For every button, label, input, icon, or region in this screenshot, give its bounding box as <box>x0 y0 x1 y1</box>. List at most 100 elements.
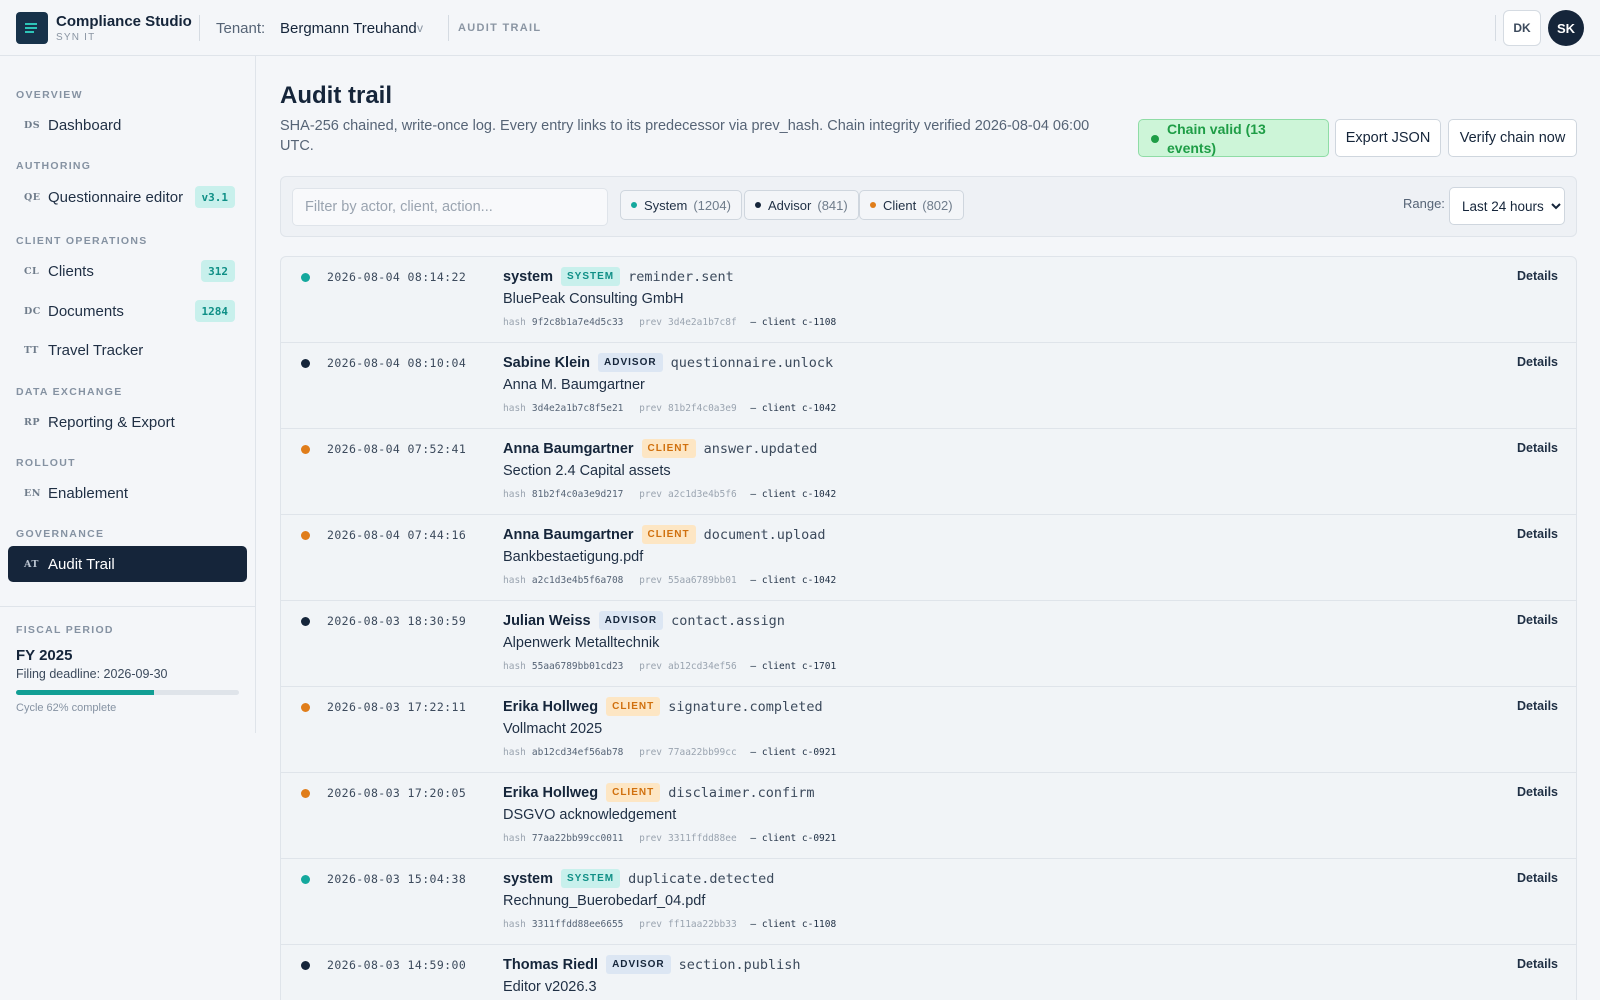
fiscal-period-title: FY 2025 <box>16 647 73 664</box>
details-link[interactable]: Details <box>1517 527 1558 541</box>
event-row[interactable]: 2026-08-04 07:52:41 Anna Baumgartner CLI… <box>281 429 1576 515</box>
details-link[interactable]: Details <box>1517 441 1558 455</box>
range-label: Range: <box>1403 196 1445 211</box>
event-row[interactable]: 2026-08-03 18:30:59 Julian Weiss ADVISOR… <box>281 601 1576 687</box>
hash-value: 3311ffdd88ee6655 <box>531 919 624 930</box>
role-badge: CLIENT <box>641 525 696 544</box>
details-link[interactable]: Details <box>1517 613 1558 627</box>
divider <box>0 606 255 607</box>
details-link[interactable]: Details <box>1517 871 1558 885</box>
event-row[interactable]: 2026-08-04 08:10:04 Sabine Klein ADVISOR… <box>281 343 1576 429</box>
details-link[interactable]: Details <box>1517 785 1558 799</box>
client-ref: – client c-1108 <box>750 919 837 930</box>
details-link[interactable]: Details <box>1517 957 1558 971</box>
event-action: answer.updated <box>703 440 818 457</box>
event-subject: BluePeak Consulting GmbH <box>503 291 684 307</box>
event-row[interactable]: 2026-08-03 17:20:05 Erika Hollweg CLIENT… <box>281 773 1576 859</box>
sidebar: OVERVIEW DS Dashboard AUTHORING QE Quest… <box>0 56 256 733</box>
details-link[interactable]: Details <box>1517 269 1558 283</box>
event-type-dot-icon <box>301 961 310 970</box>
event-subject: Anna M. Baumgartner <box>503 377 645 393</box>
prev-hash-value: 55aa6789bb01 <box>668 575 737 586</box>
event-header: system SYSTEM reminder.sent <box>503 267 734 286</box>
event-row[interactable]: 2026-08-03 14:59:00 Thomas Riedl ADVISOR… <box>281 945 1576 1000</box>
divider <box>1495 15 1496 41</box>
sidebar-item-reporting-export[interactable]: RP Reporting & Export <box>8 404 247 440</box>
hash-meta: hash 81b2f4c0a3e9d217 prev a2c1d3e4b5f6 – … <box>503 489 836 500</box>
hash-meta: hash 3d4e2a1b7c8f5e21 prev 81b2f4c0a3e9 – … <box>503 403 836 414</box>
details-link[interactable]: Details <box>1517 699 1558 713</box>
language-button[interactable]: DK <box>1503 10 1541 46</box>
event-subject: DSGVO acknowledgement <box>503 807 677 823</box>
sidebar-item-enablement[interactable]: EN Enablement <box>8 475 247 511</box>
avatar[interactable]: SK <box>1548 10 1584 46</box>
search-input[interactable] <box>292 188 608 226</box>
tenant-selector[interactable]: Bergmann Treuhand <box>280 20 417 37</box>
sidebar-section-label: GOVERNANCE <box>16 528 105 540</box>
prev-hash-value: 77aa22bb99cc <box>668 747 737 758</box>
prev-label: prev <box>639 403 663 414</box>
client-ref: – client c-1108 <box>750 317 837 328</box>
hash-label: hash <box>503 833 526 844</box>
event-subject: Bankbestaetigung.pdf <box>503 549 644 565</box>
event-actor: Erika Hollweg <box>503 784 599 801</box>
event-timestamp: 2026-08-04 08:10:04 <box>327 356 467 370</box>
event-row[interactable]: 2026-08-03 15:04:38 system SYSTEM duplic… <box>281 859 1576 945</box>
sidebar-item-label: Travel Tracker <box>48 341 144 359</box>
event-row[interactable]: 2026-08-03 17:22:11 Erika Hollweg CLIENT… <box>281 687 1576 773</box>
chevron-down-icon[interactable]: v <box>417 21 423 35</box>
filter-chip-count: (802) <box>922 197 953 213</box>
filter-chip-client[interactable]: Client (802) <box>859 190 964 220</box>
event-type-dot-icon <box>301 359 310 368</box>
sidebar-item-dashboard[interactable]: DS Dashboard <box>8 107 247 143</box>
event-list: 2026-08-04 08:14:22 system SYSTEM remind… <box>280 256 1577 1000</box>
range-select[interactable]: Last 24 hours <box>1449 187 1565 225</box>
event-row[interactable]: 2026-08-04 07:44:16 Anna Baumgartner CLI… <box>281 515 1576 601</box>
hash-value: 3d4e2a1b7c8f5e21 <box>531 403 624 414</box>
sidebar-item-label: Enablement <box>48 484 129 502</box>
count-badge: 1284 <box>194 300 235 322</box>
hash-label: hash <box>503 489 526 500</box>
sidebar-item-clients[interactable]: CL Clients 312 <box>8 253 247 289</box>
event-type-dot-icon <box>301 445 310 454</box>
event-actor: Erika Hollweg <box>503 698 599 715</box>
client-ref: – client c-1042 <box>750 489 837 500</box>
event-header: Anna Baumgartner CLIENT document.upload <box>503 525 826 544</box>
event-actor: Thomas Riedl <box>503 956 599 973</box>
event-action: signature.completed <box>668 698 823 715</box>
sidebar-item-questionnaire-editor[interactable]: QE Questionnaire editor v3.1 <box>8 179 247 215</box>
sidebar-item-label: Questionnaire editor <box>48 188 184 206</box>
event-row[interactable]: 2026-08-04 08:14:22 system SYSTEM remind… <box>281 257 1576 343</box>
details-link[interactable]: Details <box>1517 355 1558 369</box>
sidebar-item-label: Dashboard <box>48 116 122 134</box>
filter-chip-label: Advisor <box>768 197 812 213</box>
client-ref: – client c-0921 <box>750 747 837 758</box>
documents-icon: DC <box>24 305 41 317</box>
menu-icon[interactable] <box>16 12 48 44</box>
cycle-progress-text: Cycle 62% complete <box>16 702 117 714</box>
advisor-dot-icon <box>755 202 761 208</box>
event-timestamp: 2026-08-04 07:44:16 <box>327 528 467 542</box>
event-action: questionnaire.unlock <box>670 354 834 371</box>
version-badge: v3.1 <box>194 186 235 208</box>
fiscal-period-label: FISCAL PERIOD <box>16 624 114 636</box>
event-actor: Anna Baumgartner <box>503 526 634 543</box>
sidebar-item-documents[interactable]: DC Documents 1284 <box>8 293 247 329</box>
sidebar-section-label: ROLLOUT <box>16 457 76 469</box>
verify-chain-button[interactable]: Verify chain now <box>1448 119 1577 157</box>
export-json-button[interactable]: Export JSON <box>1335 119 1441 157</box>
hash-label: hash <box>503 661 526 672</box>
event-actor: Julian Weiss <box>503 612 591 629</box>
hash-value: a2c1d3e4b5f6a708 <box>531 575 624 586</box>
event-type-dot-icon <box>301 531 310 540</box>
event-type-dot-icon <box>301 875 310 884</box>
filter-bar: System (1204) Advisor (841) Client (802)… <box>280 176 1577 237</box>
sidebar-item-travel-tracker[interactable]: TT Travel Tracker <box>8 332 247 368</box>
event-type-dot-icon <box>301 617 310 626</box>
filter-chip-system[interactable]: System (1204) <box>620 190 742 220</box>
prev-hash-value: a2c1d3e4b5f6 <box>668 489 737 500</box>
sidebar-item-audit-trail[interactable]: AT Audit Trail <box>8 546 247 582</box>
filter-chip-advisor[interactable]: Advisor (841) <box>744 190 859 220</box>
chain-status-text: Chain valid (13 events) <box>1167 121 1266 156</box>
hash-meta: hash 77aa22bb99cc0011 prev 3311ffdd88ee – … <box>503 833 836 844</box>
